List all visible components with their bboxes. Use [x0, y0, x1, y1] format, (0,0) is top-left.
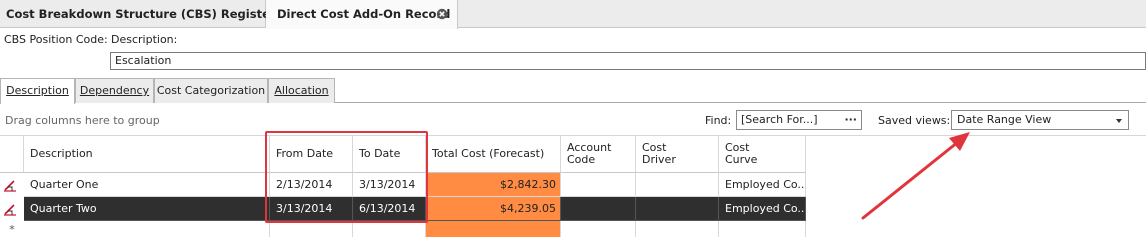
row-indicator-header	[0, 136, 24, 173]
column-header-cost-driver[interactable]: Cost Driver	[636, 136, 719, 173]
search-input[interactable]: [Search For...] ···	[736, 110, 862, 130]
search-options-button[interactable]: ···	[844, 111, 857, 129]
cell-total-cost[interactable]: $2,842.30	[426, 173, 561, 197]
cell-cost-driver[interactable]	[636, 221, 719, 237]
cell-account-code[interactable]	[561, 221, 636, 237]
cell-account-code[interactable]	[561, 197, 636, 221]
cell-cost-curve[interactable]	[719, 221, 806, 237]
chevron-down-icon[interactable]	[1116, 119, 1122, 123]
column-header-description[interactable]: Description	[24, 136, 270, 173]
search-placeholder: [Search For...]	[741, 113, 818, 126]
column-header-total-cost[interactable]: Total Cost (Forecast)	[426, 136, 561, 173]
tab-dependency-label: Dependency	[79, 84, 150, 97]
column-header-cost-curve[interactable]: Cost Curve	[719, 136, 806, 173]
tab-label: Direct Cost Add-On Record	[277, 7, 451, 21]
tab-direct-cost-add-on-record[interactable]: Direct Cost Add-On Record	[266, 0, 458, 29]
grid-toolbar: Drag columns here to group Find: [Search…	[0, 104, 1146, 136]
cell-cost-curve[interactable]: Employed Co...	[719, 173, 806, 197]
close-icon[interactable]	[436, 8, 448, 20]
date-columns-highlight	[265, 131, 428, 223]
cell-account-code[interactable]	[561, 173, 636, 197]
cell-total-cost[interactable]	[426, 221, 561, 237]
find-label: Find:	[705, 114, 732, 127]
saved-views-label: Saved views:	[878, 114, 951, 127]
saved-views-dropdown[interactable]: Date Range View	[951, 110, 1129, 130]
row-edit-icon	[0, 197, 24, 221]
cell-from-date[interactable]	[270, 221, 353, 237]
cell-description[interactable]	[24, 221, 270, 237]
tab-cbs-register[interactable]: Cost Breakdown Structure (CBS) Register	[0, 0, 276, 28]
cell-total-cost[interactable]: $4,239.05	[426, 197, 561, 221]
cbs-position-code-label: CBS Position Code:	[4, 33, 108, 46]
tab-description-label: Description	[6, 84, 69, 97]
sub-tab-bar: Description Dependency Cost Categorizati…	[0, 78, 1146, 104]
row-edit-icon	[0, 173, 24, 197]
tab-allocation-label: Allocation	[274, 84, 329, 97]
column-header-account-code[interactable]: Account Code	[561, 136, 636, 173]
group-by-area[interactable]: Drag columns here to group	[5, 114, 160, 127]
tab-description[interactable]: Description	[0, 78, 75, 104]
description-field[interactable]: Escalation	[110, 52, 1146, 70]
cell-description[interactable]: Quarter Two	[24, 197, 270, 221]
tab-cost-categorization[interactable]: Cost Categorization	[154, 78, 268, 103]
cell-cost-curve[interactable]: Employed Co...	[719, 197, 806, 221]
description-label: Description:	[111, 33, 178, 46]
document-tab-bar: Cost Breakdown Structure (CBS) Register …	[0, 0, 1146, 29]
new-row-marker: *	[9, 223, 15, 236]
cell-cost-driver[interactable]	[636, 197, 719, 221]
cell-to-date[interactable]	[353, 221, 426, 237]
cell-description[interactable]: Quarter One	[24, 173, 270, 197]
cell-cost-driver[interactable]	[636, 173, 719, 197]
saved-views-value: Date Range View	[957, 113, 1052, 126]
tab-dependency[interactable]: Dependency	[75, 78, 154, 103]
tab-allocation[interactable]: Allocation	[268, 78, 335, 103]
